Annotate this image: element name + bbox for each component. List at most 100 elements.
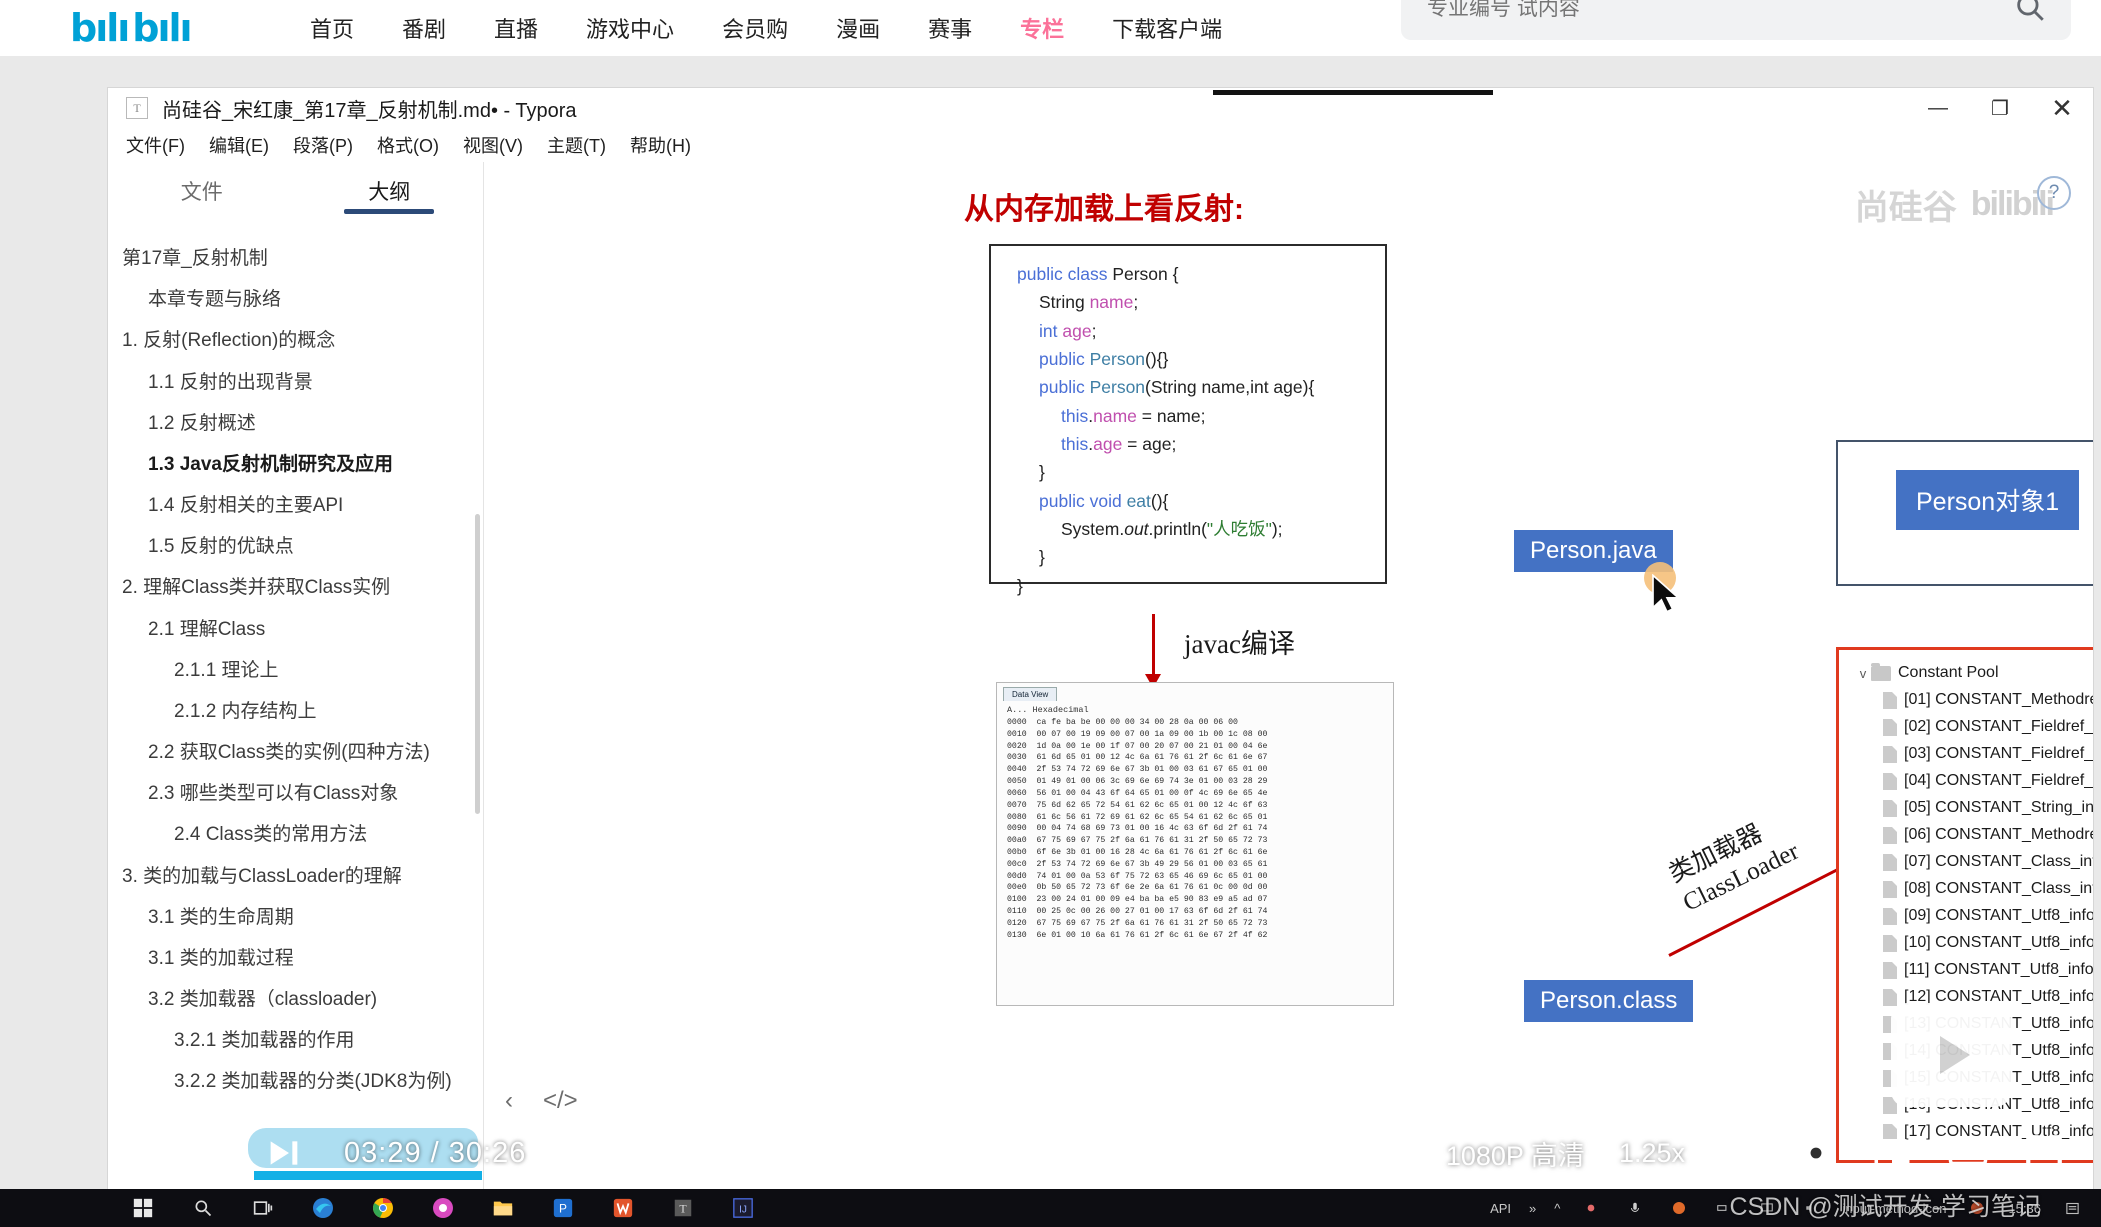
typora-icon[interactable]: T xyxy=(670,1195,696,1221)
outline-item-0[interactable]: 第17章_反射机制 xyxy=(108,238,483,279)
notifications-icon[interactable] xyxy=(2059,1195,2085,1221)
play-icon[interactable] xyxy=(202,1127,254,1179)
tree-node-cp-10[interactable]: [11] CONSTANT_Utf8_info xyxy=(1853,957,2093,984)
orange-icon[interactable] xyxy=(1666,1195,1692,1221)
bilibili-floating-play-badge[interactable] xyxy=(1891,1003,2011,1107)
outline-item-8[interactable]: 2. 理解Class类并获取Class实例 xyxy=(108,567,483,608)
outline-item-14[interactable]: 2.4 Class类的常用方法 xyxy=(108,814,483,855)
search-input[interactable] xyxy=(1425,0,2013,22)
menu-file[interactable]: 文件(F) xyxy=(126,132,185,158)
code-token: .println( xyxy=(1148,519,1207,540)
outline-item-2[interactable]: 1. 反射(Reflection)的概念 xyxy=(108,320,483,361)
outline-item-20[interactable]: 3.2.2 类加载器的分类(JDK8为例) xyxy=(108,1061,483,1102)
hex-header: A... Hexadecimal xyxy=(1007,705,1089,715)
task-view-icon[interactable] xyxy=(250,1195,276,1221)
tree-node-cp-4[interactable]: [05] CONSTANT_String_info xyxy=(1853,795,2093,822)
picture-in-picture-icon[interactable] xyxy=(1871,1132,1913,1174)
quality-selector[interactable]: 1080P 高清 xyxy=(1446,1134,1585,1173)
nav-item-1[interactable]: 番剧 xyxy=(402,12,446,44)
nav-item-2[interactable]: 直播 xyxy=(494,12,538,44)
w-app-icon[interactable] xyxy=(610,1195,636,1221)
speed-selector[interactable]: 1.25x xyxy=(1619,1138,1685,1169)
outline-item-15[interactable]: 3. 类的加载与ClassLoader的理解 xyxy=(108,856,483,897)
mic-icon[interactable] xyxy=(1622,1195,1648,1221)
outline-item-7[interactable]: 1.5 反射的优缺点 xyxy=(108,526,483,567)
outline-item-4[interactable]: 1.2 反射概述 xyxy=(108,403,483,444)
search-icon[interactable] xyxy=(2013,0,2047,29)
tree-node-cp-1[interactable]: [02] CONSTANT_Fieldref_info xyxy=(1853,714,2093,741)
outline-item-11[interactable]: 2.1.2 内存结构上 xyxy=(108,691,483,732)
menu-view[interactable]: 视图(V) xyxy=(463,132,523,158)
outline-item-17[interactable]: 3.1 类的加载过程 xyxy=(108,938,483,979)
nav-item-7[interactable]: 专栏 xyxy=(1020,12,1064,44)
outline-item-18[interactable]: 3.2 类加载器（classloader) xyxy=(108,979,483,1020)
close-button[interactable]: ✕ xyxy=(2031,88,2093,128)
tree-node-cp-0[interactable]: [01] CONSTANT_Methodref_info xyxy=(1853,687,2093,714)
nav-item-5[interactable]: 漫画 xyxy=(836,12,880,44)
chrome-icon[interactable] xyxy=(370,1195,396,1221)
tray-expand-icon[interactable]: ^ xyxy=(1554,1201,1560,1216)
nav-item-0[interactable]: 首页 xyxy=(310,12,354,44)
menu-theme[interactable]: 主题(T) xyxy=(547,132,606,158)
menu-edit[interactable]: 编辑(E) xyxy=(209,132,269,158)
tray-overflow-icon[interactable]: » xyxy=(1529,1201,1536,1216)
tree-node-cp-5[interactable]: [06] CONSTANT_Methodref_info xyxy=(1853,822,2093,849)
tree-node-constant-pool[interactable]: v Constant Pool xyxy=(1853,660,2093,687)
search-bar[interactable] xyxy=(1401,0,2071,40)
fullscreen-icon[interactable] xyxy=(2023,1132,2065,1174)
menu-help[interactable]: 帮助(H) xyxy=(630,132,691,158)
intellij-idea-icon[interactable]: IJ xyxy=(730,1195,756,1221)
gear-icon[interactable] xyxy=(1795,1132,1837,1174)
maximize-button[interactable]: ❐ xyxy=(1969,88,2031,128)
tab-files[interactable]: 文件 xyxy=(108,162,296,220)
nav-item-3[interactable]: 游戏中心 xyxy=(586,12,674,44)
time-display: 03:29 / 30:26 xyxy=(344,1137,526,1170)
menu-format[interactable]: 格式(O) xyxy=(377,132,439,158)
bilibili-logo[interactable]: bılı bılı xyxy=(70,6,220,50)
chapter-prev-icon[interactable]: ‹ xyxy=(505,1087,513,1115)
code-token: eat xyxy=(1126,490,1151,511)
next-icon[interactable] xyxy=(264,1133,304,1173)
editor-area[interactable]: 尚硅谷 bilibili ? 从内存加载上看反射: public class P… xyxy=(484,162,2093,1189)
tree-node-cp-2[interactable]: [03] CONSTANT_Fieldref_info xyxy=(1853,741,2093,768)
nav-item-8[interactable]: 下载客户端 xyxy=(1112,12,1222,44)
video-player-stage[interactable]: T 尚硅谷_宋红康_第17章_反射机制.md• - Typora — ❐ ✕ 文… xyxy=(0,56,2101,1227)
tab-outline[interactable]: 大纲 xyxy=(296,162,484,220)
chapter-code-icon[interactable]: </> xyxy=(543,1087,578,1115)
outline-item-6[interactable]: 1.4 反射相关的主要API xyxy=(108,485,483,526)
powerpoint-icon[interactable]: P xyxy=(550,1195,576,1221)
tree-node-cp-7[interactable]: [08] CONSTANT_Class_info xyxy=(1853,876,2093,903)
code-line-0: public class Person { xyxy=(1017,260,1385,288)
previous-icon[interactable] xyxy=(152,1133,192,1173)
flower-icon[interactable] xyxy=(1578,1195,1604,1221)
windows-start-icon[interactable] xyxy=(130,1195,156,1221)
tree-node-cp-6[interactable]: [07] CONSTANT_Class_info xyxy=(1853,849,2093,876)
widescreen-icon[interactable] xyxy=(1947,1132,1989,1174)
outline-item-19[interactable]: 3.2.1 类加载器的作用 xyxy=(108,1020,483,1061)
outline-item-10[interactable]: 2.1.1 理论上 xyxy=(108,650,483,691)
nav-item-4[interactable]: 会员购 xyxy=(722,12,788,44)
outline-item-16[interactable]: 3.1 类的生命周期 xyxy=(108,897,483,938)
nav-item-6[interactable]: 赛事 xyxy=(928,12,972,44)
help-icon[interactable]: ? xyxy=(2037,176,2071,210)
file-explorer-icon[interactable] xyxy=(490,1195,516,1221)
bilibili-top-bar: bılı bılı 首页 番剧 直播 游戏中心 会员购 漫画 赛事 专栏 下载客… xyxy=(0,0,2101,56)
minimize-button[interactable]: — xyxy=(1907,88,1969,128)
outline-item-9[interactable]: 2.1 理解Class xyxy=(108,609,483,650)
volume-icon[interactable] xyxy=(1719,1132,1761,1174)
edge-icon[interactable] xyxy=(310,1195,336,1221)
bilibili-logo-glyph-2: bılı xyxy=(132,6,192,50)
outline-item-5[interactable]: 1.3 Java反射机制研究及应用 xyxy=(108,444,483,485)
tree-node-cp-8[interactable]: [09] CONSTANT_Utf8_info xyxy=(1853,903,2093,930)
tree-node-cp-9[interactable]: [10] CONSTANT_Utf8_info xyxy=(1853,930,2093,957)
sidebar-scrollbar[interactable] xyxy=(475,514,480,814)
outline-item-13[interactable]: 2.3 哪些类型可以有Class对象 xyxy=(108,773,483,814)
outline-item-12[interactable]: 2.2 获取Class类的实例(四种方法) xyxy=(108,732,483,773)
chrome-canary-icon[interactable] xyxy=(430,1195,456,1221)
search-icon[interactable] xyxy=(190,1195,216,1221)
outline-item-3[interactable]: 1.1 反射的出现背景 xyxy=(108,362,483,403)
menu-paragraph[interactable]: 段落(P) xyxy=(293,132,353,158)
tree-node-cp-3[interactable]: [04] CONSTANT_Fieldref_info xyxy=(1853,768,2093,795)
chevron-down-icon[interactable]: v xyxy=(1855,667,1871,681)
outline-item-1[interactable]: 本章专题与脉络 xyxy=(108,279,483,320)
